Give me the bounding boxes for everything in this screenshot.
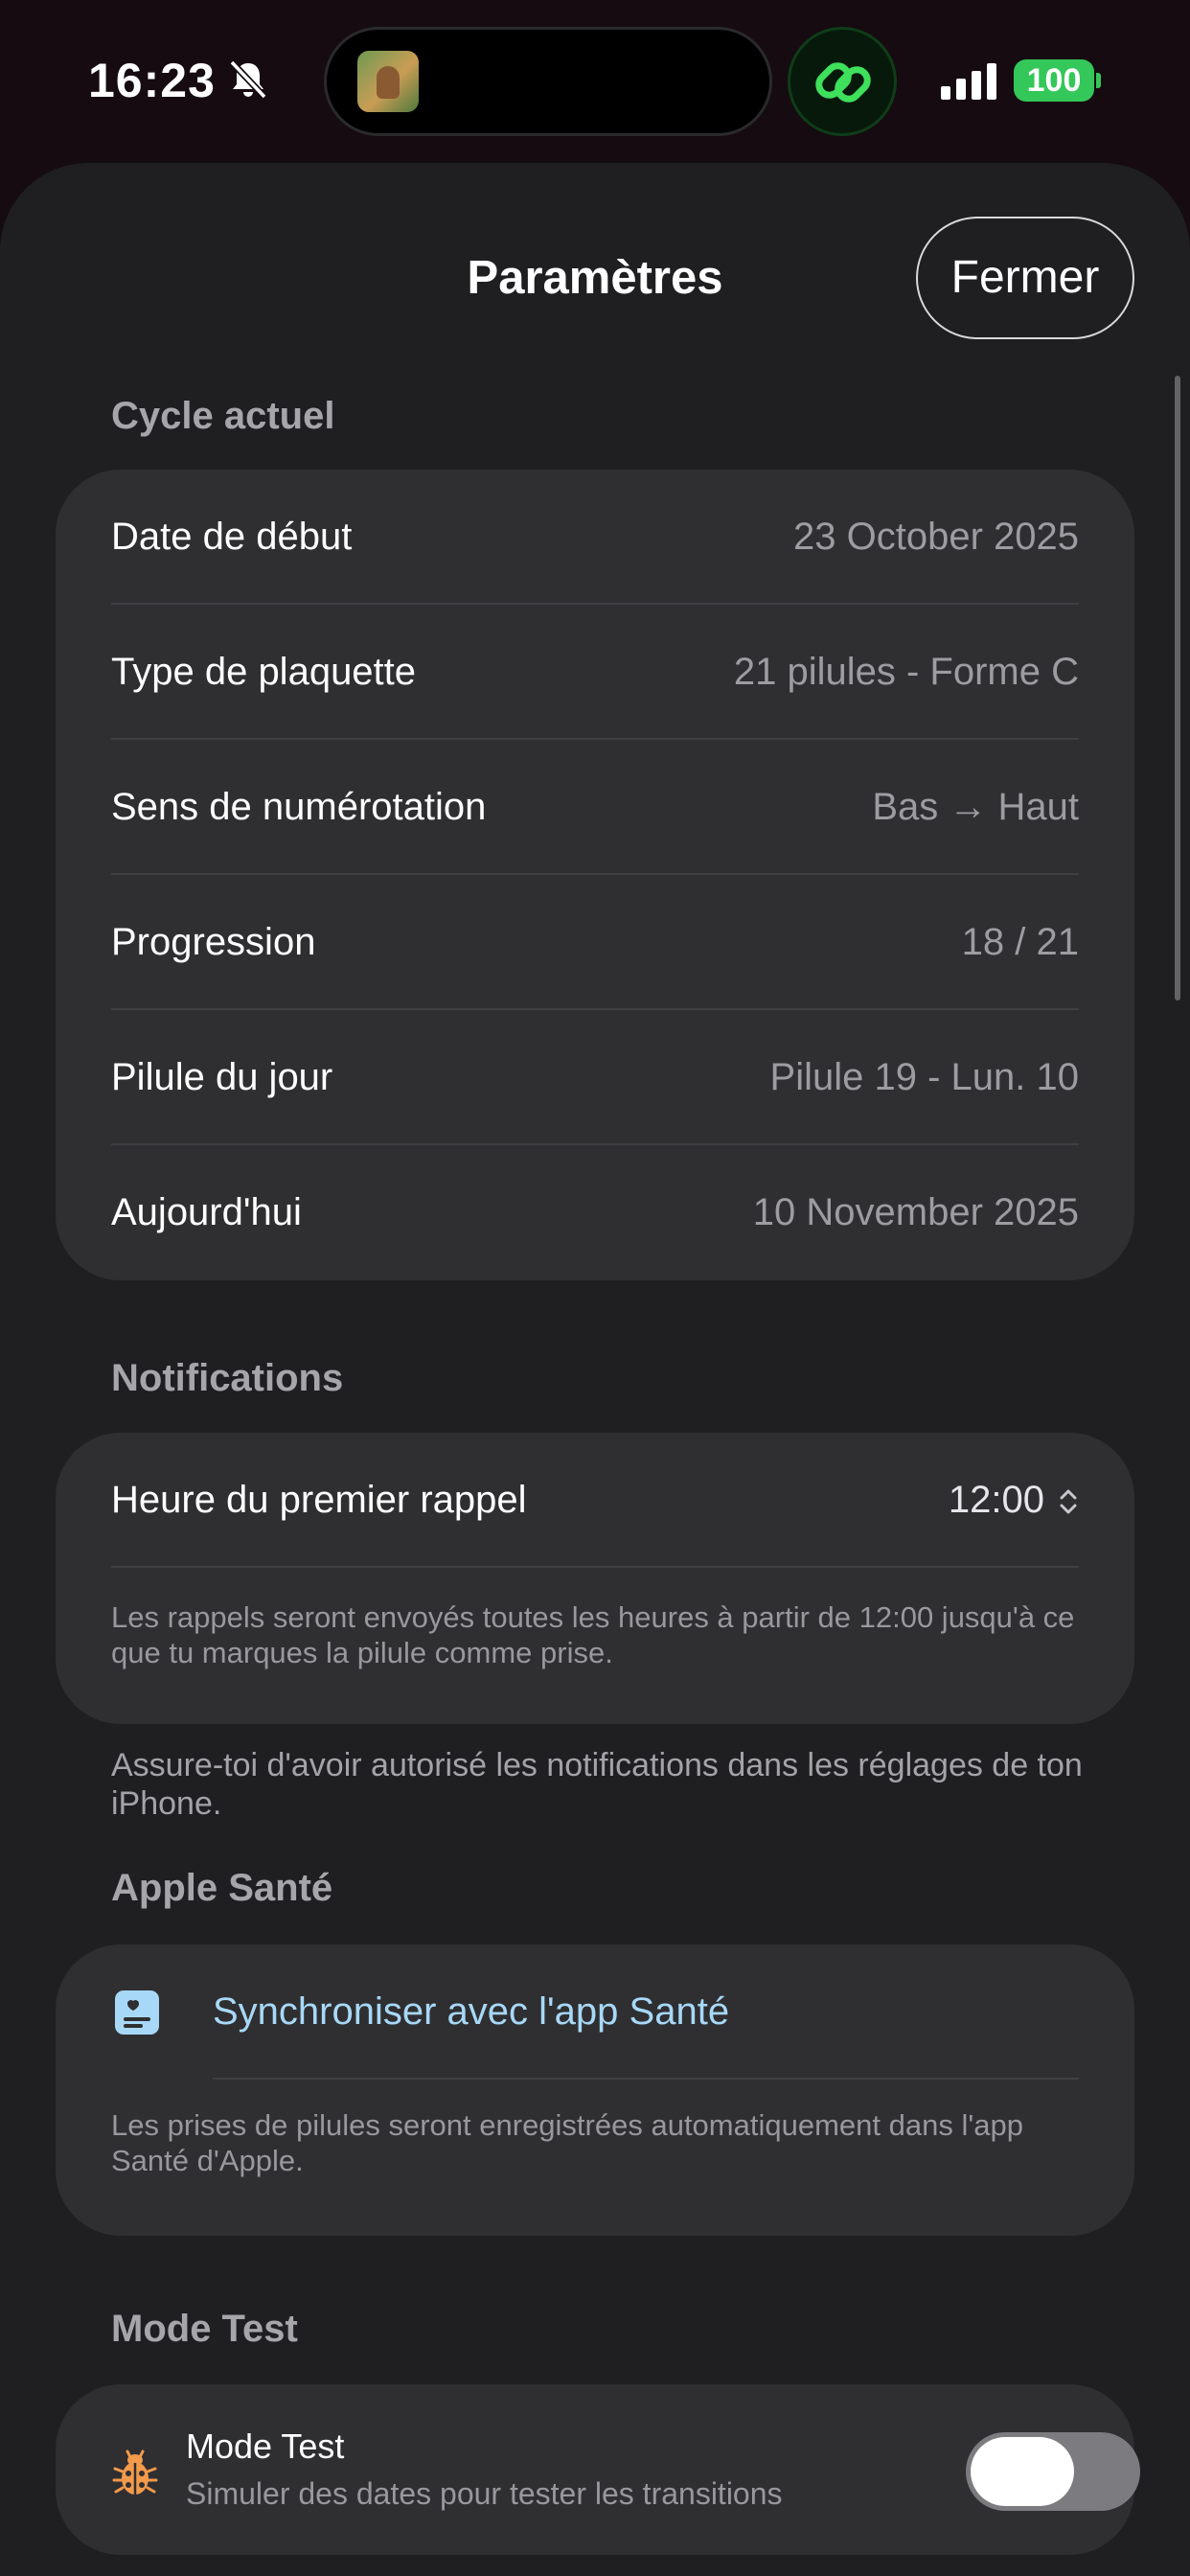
row-label: Aujourd'hui <box>111 1191 302 1233</box>
row-value: 21 pilules - Forme C <box>733 651 1079 693</box>
row-numbering-direction[interactable]: Sens de numérotation Bas → Haut <box>56 740 1134 875</box>
row-label: Pilule du jour <box>111 1056 333 1098</box>
divider <box>111 1566 1079 1568</box>
row-label: Date de début <box>111 516 353 558</box>
scrollbar[interactable] <box>1175 376 1180 1000</box>
status-bar: 16:23 100 <box>0 0 1190 163</box>
battery-icon: 100 <box>1014 59 1094 102</box>
row-label: Heure du premier rappel <box>111 1479 527 1521</box>
bell-slash-icon <box>229 59 267 100</box>
link-icon <box>815 62 871 103</box>
row-progress: Progression 18 / 21 <box>56 875 1134 1010</box>
test-mode-title: Mode Test <box>186 2426 345 2466</box>
close-button[interactable]: Fermer <box>916 217 1134 339</box>
link-activity[interactable] <box>788 27 897 136</box>
health-card: Synchroniser avec l'app Santé Les prises… <box>56 1944 1134 2236</box>
toggle-knob <box>971 2437 1074 2506</box>
row-value: Pilule 19 - Lun. 10 <box>769 1056 1079 1098</box>
row-start-date[interactable]: Date de début 23 October 2025 <box>56 470 1134 605</box>
settings-sheet: Paramètres Fermer Cycle actuel Date de d… <box>0 163 1190 2576</box>
now-playing-artwork <box>357 51 419 112</box>
row-pack-type[interactable]: Type de plaquette 21 pilules - Forme C <box>56 605 1134 740</box>
cellular-signal-icon <box>941 61 998 100</box>
reminder-time: 12:00 <box>948 1479 1044 1521</box>
test-mode-card: Mode Test Simuler des dates pour tester … <box>56 2384 1140 2555</box>
notifications-card: Heure du premier rappel 12:00 Les rappel… <box>56 1433 1134 1724</box>
row-value: 18 / 21 <box>961 921 1079 963</box>
battery-cap <box>1096 73 1101 88</box>
row-label: Progression <box>111 921 316 963</box>
reminder-note: Les rappels seront envoyés toutes les he… <box>111 1600 1075 1669</box>
row-label: Sens de numérotation <box>111 786 487 828</box>
notifications-footer-note: Assure-toi d'avoir autorisé les notifica… <box>111 1747 1083 1822</box>
test-mode-toggle[interactable] <box>966 2432 1140 2511</box>
row-value: 10 November 2025 <box>752 1191 1079 1233</box>
divider <box>213 2078 1079 2080</box>
reminder-time-picker[interactable]: 12:00 <box>949 1433 1079 1568</box>
row-value: Bas → Haut <box>872 786 1079 828</box>
test-mode-subtitle: Simuler des dates pour tester les transi… <box>186 2476 783 2511</box>
chevron-up-down-icon <box>1060 1489 1077 1514</box>
row-first-reminder[interactable]: Heure du premier rappel 12:00 <box>56 1433 1134 1568</box>
row-health-sync[interactable]: Synchroniser avec l'app Santé <box>56 1944 1134 2080</box>
dynamic-island[interactable] <box>324 27 772 136</box>
cycle-card: Date de début 23 October 2025 Type de pl… <box>56 470 1134 1280</box>
row-pill-of-day: Pilule du jour Pilule 19 - Lun. 10 <box>56 1010 1134 1145</box>
row-today: Aujourd'hui 10 November 2025 <box>56 1145 1134 1280</box>
section-header-health: Apple Santé <box>111 1867 333 1909</box>
row-value: 23 October 2025 <box>793 516 1079 558</box>
section-header-test-mode: Mode Test <box>111 2308 298 2350</box>
ladybug-icon <box>112 2450 158 2495</box>
health-note: Les prises de pilules seront enregistrée… <box>111 2108 1023 2177</box>
health-record-icon <box>115 1990 159 2035</box>
row-label: Type de plaquette <box>111 651 417 693</box>
status-time: 16:23 <box>88 54 216 107</box>
health-sync-link[interactable]: Synchroniser avec l'app Santé <box>213 1944 729 2080</box>
section-header-notifications: Notifications <box>111 1357 344 1399</box>
section-header-cycle: Cycle actuel <box>111 395 335 437</box>
